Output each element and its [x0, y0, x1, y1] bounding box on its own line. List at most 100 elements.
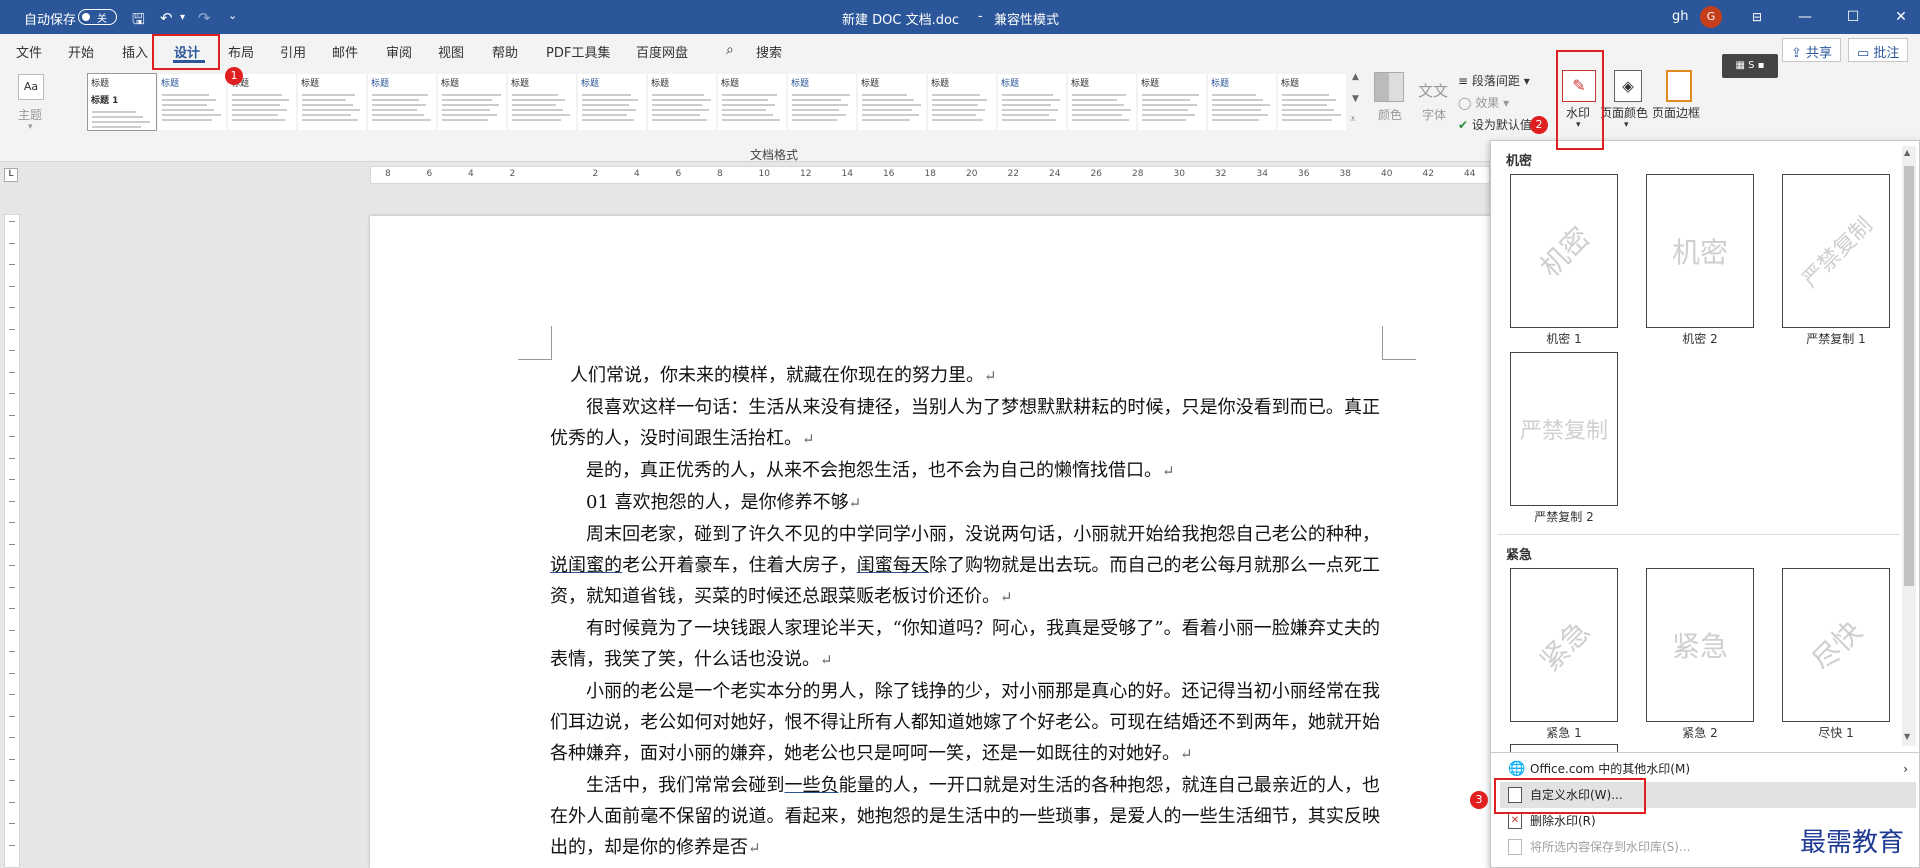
- gallery-down-icon[interactable]: ▼: [1352, 94, 1359, 104]
- tab-baidu-netdisk[interactable]: 百度网盘: [636, 42, 688, 61]
- tab-references[interactable]: 引用: [280, 42, 306, 61]
- ruler-mark: [9, 715, 15, 717]
- autosave-toggle[interactable]: 关: [78, 9, 117, 25]
- custom-watermark-item[interactable]: 自定义水印(W)...: [1500, 782, 1916, 808]
- watermark-dropdown-icon[interactable]: ▾: [1576, 120, 1581, 130]
- watermark-option[interactable]: 紧急: [1646, 568, 1754, 722]
- style-set-thumbnail[interactable]: 标题: [788, 74, 856, 130]
- watermark-option[interactable]: 尽快: [1782, 568, 1890, 722]
- tab-home[interactable]: 开始: [68, 42, 94, 61]
- theme-dropdown-icon[interactable]: ▾: [28, 122, 33, 132]
- more-watermarks-office-item[interactable]: 🌐 Office.com 中的其他水印(M) ›: [1500, 756, 1916, 782]
- ruler-tick: 4: [468, 169, 474, 179]
- effects-icon: ◯: [1458, 96, 1476, 110]
- search-icon[interactable]: ⌕: [726, 42, 734, 58]
- section-header-confidential: 机密: [1506, 154, 1533, 169]
- style-set-thumbnail[interactable]: 标题: [1278, 74, 1346, 130]
- watermark-option[interactable]: 机密: [1510, 174, 1618, 328]
- colors-icon[interactable]: [1374, 72, 1404, 102]
- ruler-mark: [9, 414, 15, 416]
- paragraph-mark-icon: ↵: [1162, 462, 1175, 480]
- style-set-thumbnail[interactable]: 标题: [648, 74, 716, 130]
- page-border-icon[interactable]: [1666, 70, 1692, 102]
- scroll-up-icon[interactable]: ▲: [1904, 148, 1910, 157]
- ruler-tick: 2: [592, 169, 599, 179]
- gallery-more-icon[interactable]: ⩡: [1350, 114, 1356, 125]
- vertical-ruler[interactable]: [4, 214, 20, 868]
- tab-design[interactable]: 设计: [174, 42, 200, 61]
- document-body[interactable]: 人们常说，你未来的模样，就藏在你现在的努力里。↵ 很喜欢这样一句话：生活从来没有…: [550, 360, 1380, 864]
- style-set-thumbnail[interactable]: 标题: [998, 74, 1066, 130]
- panel-scrollbar[interactable]: ▲ ▼: [1902, 146, 1916, 746]
- theme-icon[interactable]: Aa: [18, 74, 44, 100]
- tab-pdf-tools[interactable]: PDF工具集: [546, 42, 610, 61]
- style-set-thumbnail[interactable]: 标题: [508, 74, 576, 130]
- style-set-thumbnail[interactable]: 标题: [1068, 74, 1136, 130]
- tab-mailings[interactable]: 邮件: [332, 42, 358, 61]
- style-set-thumbnail[interactable]: 标题: [158, 74, 226, 130]
- ruler-mark: [9, 307, 15, 308]
- minimize-button[interactable]: —: [1792, 5, 1818, 29]
- style-set-thumbnail[interactable]: 标题: [1138, 74, 1206, 130]
- ruler-mark: [9, 737, 15, 738]
- undo-icon[interactable]: ↶: [160, 9, 173, 27]
- scroll-down-icon[interactable]: ▼: [1904, 732, 1910, 741]
- style-set-thumbnail[interactable]: 标题 标题 1: [87, 73, 157, 131]
- tab-layout[interactable]: 布局: [228, 42, 254, 61]
- watermark-option[interactable]: 严禁复制: [1782, 174, 1890, 328]
- comment-button[interactable]: ▭ 批注: [1848, 38, 1909, 62]
- fonts-label[interactable]: 字体: [1422, 106, 1446, 123]
- colors-label[interactable]: 颜色: [1378, 106, 1402, 123]
- save-icon[interactable]: 🖫: [132, 9, 145, 34]
- style-set-thumbnail[interactable]: 标题: [438, 74, 506, 130]
- share-button[interactable]: ⇪ 共享: [1782, 38, 1842, 62]
- watermark-option[interactable]: 机密: [1646, 174, 1754, 328]
- redo-icon[interactable]: ↷: [198, 9, 211, 27]
- paragraph-mark-icon: ↵: [848, 494, 862, 512]
- tab-selector-icon[interactable]: L: [4, 168, 18, 182]
- horizontal-ruler[interactable]: 8 6 4 2 2 4 6 8 10 12 14 16 18 20 22 24 26 28 30 32 34 36 38 40…: [370, 166, 1490, 184]
- effects-button[interactable]: ◯ 效果 ▾: [1458, 94, 1509, 111]
- page-border-label[interactable]: 页面边框: [1652, 104, 1700, 121]
- maximize-button[interactable]: ☐: [1840, 5, 1866, 29]
- ruler-tick: 34: [1256, 169, 1268, 179]
- tab-insert[interactable]: 插入: [122, 42, 148, 61]
- customize-toolbar-icon[interactable]: ⌄: [228, 9, 237, 22]
- tab-view[interactable]: 视图: [438, 42, 464, 61]
- tab-review[interactable]: 审阅: [386, 42, 412, 61]
- ruler-mark: [9, 457, 15, 459]
- style-set-thumbnail[interactable]: 标题: [368, 74, 436, 130]
- style-set-thumbnail[interactable]: 标题: [718, 74, 786, 130]
- fonts-icon[interactable]: 文文: [1418, 80, 1448, 101]
- tab-file[interactable]: 文件: [16, 42, 42, 61]
- style-set-thumbnail[interactable]: 标题: [578, 74, 646, 130]
- sogou-ime-icon[interactable]: ▦ S ▪: [1722, 54, 1778, 78]
- watermark-label[interactable]: 水印: [1566, 104, 1590, 121]
- page-color-icon[interactable]: ◈: [1614, 70, 1642, 102]
- style-set-thumbnail[interactable]: 标题: [1208, 74, 1276, 130]
- search-label[interactable]: 搜索: [756, 42, 782, 61]
- style-set-thumbnail[interactable]: 标题: [858, 74, 926, 130]
- close-button[interactable]: ✕: [1888, 5, 1914, 29]
- tab-help[interactable]: 帮助: [492, 42, 518, 61]
- watermark-option[interactable]: 紧急: [1510, 568, 1618, 722]
- watermark-icon[interactable]: ✎: [1562, 70, 1596, 102]
- scrollbar-thumb[interactable]: [1904, 166, 1914, 586]
- watermark-caption: 紧急 2: [1682, 726, 1718, 740]
- page-color-label[interactable]: 页面颜色: [1600, 104, 1648, 121]
- theme-label[interactable]: 主题: [18, 106, 42, 123]
- remove-watermark-icon: ✕: [1508, 813, 1522, 829]
- watermark-option[interactable]: 严禁复制: [1510, 352, 1618, 506]
- page-color-dropdown-icon[interactable]: ▾: [1624, 120, 1629, 130]
- compat-mode-label: 兼容性模式: [994, 13, 1060, 28]
- paragraph-spacing-button[interactable]: ≡ 段落间距 ▾: [1458, 72, 1530, 89]
- style-set-thumbnail[interactable]: 标题: [928, 74, 996, 130]
- avatar[interactable]: G: [1700, 6, 1722, 28]
- watermark-option-partial[interactable]: [1510, 744, 1618, 752]
- gallery-up-icon[interactable]: ▲: [1352, 72, 1359, 82]
- set-default-button[interactable]: ✔ 设为默认值: [1458, 116, 1532, 133]
- ribbon-display-icon[interactable]: ⊟: [1744, 5, 1770, 29]
- paragraph-mark-icon: ↵: [1180, 745, 1193, 763]
- undo-dropdown-icon[interactable]: ▾: [180, 12, 185, 23]
- style-set-thumbnail[interactable]: 标题: [298, 74, 366, 130]
